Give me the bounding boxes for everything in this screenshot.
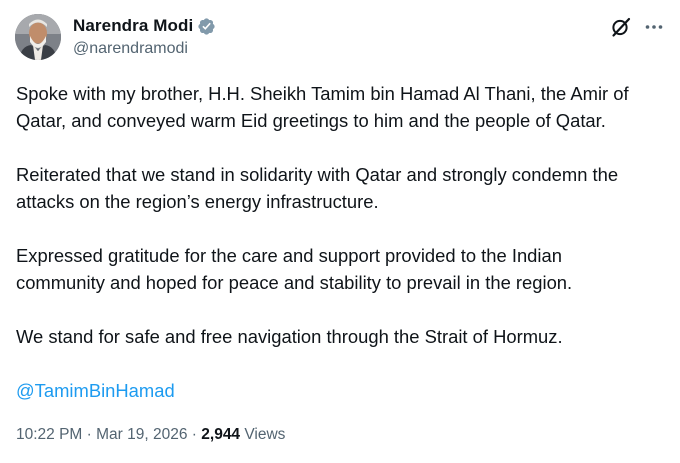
grok-icon[interactable] [610, 16, 632, 38]
tweet-card: Narendra Modi @narendramodi Spoke with m… [0, 0, 680, 463]
author-name[interactable]: Narendra Modi [73, 16, 193, 36]
tweet-paragraph: Spoke with my brother, H.H. Sheikh Tamim… [16, 83, 629, 131]
author-handle[interactable]: @narendramodi [73, 40, 216, 58]
timestamp-time[interactable]: 10:22 PM [16, 426, 82, 443]
more-options-icon[interactable] [644, 17, 664, 37]
timestamp-date[interactable]: Mar 19, 2026 [96, 426, 187, 443]
views-label: Views [240, 426, 286, 443]
mention-link[interactable]: @TamimBinHamad [16, 380, 175, 401]
author-block: Narendra Modi @narendramodi [73, 15, 216, 58]
tweet-paragraph: We stand for safe and free navigation th… [16, 326, 563, 347]
verified-badge-icon[interactable] [197, 17, 216, 36]
meta-separator: · [82, 426, 97, 443]
avatar[interactable] [15, 14, 61, 60]
tweet-meta: 10:22 PM · Mar 19, 2026 · 2,944 Views [16, 426, 285, 444]
tweet-text: Spoke with my brother, H.H. Sheikh Tamim… [16, 80, 671, 431]
mention-paragraph: @TamimBinHamad [16, 377, 671, 404]
views-count[interactable]: 2,944 [201, 426, 240, 443]
tweet-paragraph: Reiterated that we stand in solidarity w… [16, 164, 619, 212]
avatar-image [15, 14, 61, 60]
name-row: Narendra Modi [73, 15, 216, 37]
meta-separator: · [187, 426, 202, 443]
tweet-paragraph: Expressed gratitude for the care and sup… [16, 245, 573, 293]
